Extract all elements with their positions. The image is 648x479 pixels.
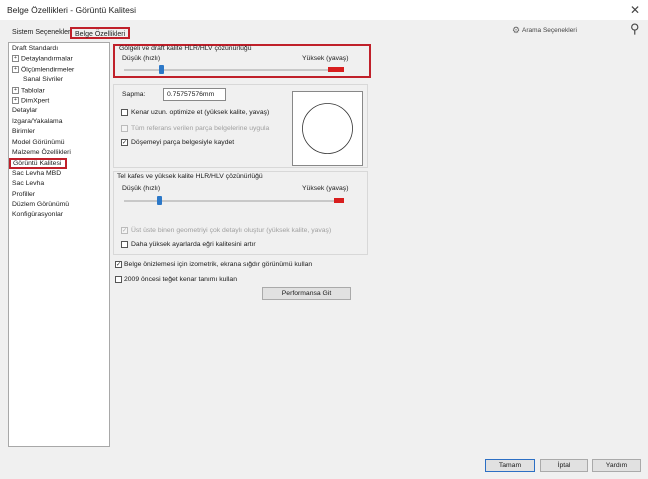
tree-item-label: Izgara/Yakalama	[12, 117, 63, 125]
shaded-slider-high-zone	[328, 67, 344, 72]
tree-item[interactable]: + Ölçümlendirmeler	[12, 65, 75, 74]
shaded-high-label: Yüksek (yavaş)	[302, 55, 349, 62]
tree-item[interactable]: + DimXpert	[12, 97, 49, 104]
tree-item[interactable]: Düzlem Görünümü	[12, 201, 69, 208]
tree-item-label: DimXpert	[21, 97, 50, 105]
expand-icon[interactable]: +	[12, 97, 19, 104]
tree-item[interactable]: Sanal Sivriler	[23, 76, 63, 83]
tree-item-label: Sac Levha	[12, 180, 45, 188]
wireframe-low-label: Düşük (hızlı)	[122, 185, 161, 192]
expand-icon[interactable]: +	[12, 86, 19, 94]
tree-item-label: Profiller	[12, 190, 36, 198]
shaded-slider-track[interactable]	[124, 69, 344, 71]
expand-icon[interactable]: +	[12, 65, 19, 73]
optimize-edge-length-label: Kenar uzun. optimize et (yüksek kalite, …	[131, 109, 270, 116]
tree-item-label: Birimler	[12, 128, 36, 136]
tree-item-label: Model Görünümü	[12, 138, 65, 146]
search-input[interactable]: Arama Seçenekleri	[522, 27, 577, 34]
save-tessellation-label: Döşemeyi parça belgesiyle kaydet	[131, 139, 235, 146]
tree-item-label: Tablolar	[21, 86, 45, 94]
tree-item-label: Detaylandırmalar	[21, 55, 73, 63]
wireframe-high-label: Yüksek (yavaş)	[302, 185, 349, 192]
apply-to-referenced-label: Tüm referans verilen parça belgelerine u…	[131, 125, 270, 132]
tree-item[interactable]: Model Görünümü	[12, 139, 65, 146]
tab-document-properties[interactable]: Belge Özellikleri	[70, 27, 131, 39]
tree-item[interactable]: Görüntü Kalitesi	[9, 158, 68, 170]
tree-item[interactable]: + Detaylandırmalar	[12, 55, 73, 63]
tree-item-label: Draft Standardı	[12, 45, 59, 52]
shaded-slider-thumb[interactable]	[158, 65, 164, 74]
tree-item[interactable]: Izgara/Yakalama	[12, 118, 63, 125]
optimize-edge-length-checkbox[interactable]	[121, 109, 128, 116]
wireframe-slider-high-zone	[334, 198, 344, 203]
window-title: Belge Özellikleri - Görüntü Kalitesi	[7, 5, 136, 15]
ok-button[interactable]: Tamam	[485, 459, 535, 472]
tree-item-label: Sanal Sivriler	[23, 76, 64, 84]
deviation-label: Sapma:	[122, 91, 146, 98]
deviation-input[interactable]: 0.75757576mm	[163, 88, 226, 101]
close-icon[interactable]: ✕	[630, 3, 640, 17]
isometric-preview-checkbox[interactable]: ✓	[115, 261, 122, 268]
shaded-low-label: Düşük (hızlı)	[122, 55, 161, 62]
go-to-performance-button[interactable]: Performansa Git	[262, 287, 351, 300]
tree-item[interactable]: Birimler	[12, 128, 35, 135]
search-icon[interactable]: ⚲	[630, 21, 640, 37]
wireframe-slider-thumb[interactable]	[156, 196, 162, 205]
tree-item-label: Görüntü Kalitesi	[13, 160, 62, 168]
wireframe-quality-title: Tel kafes ve yüksek kalite HLR/HLV çözün…	[117, 173, 263, 180]
improve-curve-quality-label: Daha yüksek ayarlarda eğri kalitesini ar…	[131, 241, 256, 248]
gear-icon[interactable]: ⚙	[512, 25, 520, 36]
expand-icon[interactable]: +	[12, 55, 19, 63]
isometric-preview-label: Belge önizlemesi için izometrik, ekrana …	[124, 261, 313, 268]
tree-item-label: Düzlem Görünümü	[12, 201, 70, 208]
tree-item[interactable]: + Tablolar	[12, 86, 45, 94]
tree-item-label: Malzeme Özellikleri	[12, 149, 71, 156]
save-tessellation-checkbox[interactable]: ✓	[121, 139, 128, 146]
tree-item-label: Konfigürasyonlar	[12, 211, 64, 219]
tree-item-label: Detaylar	[12, 107, 38, 115]
legacy-tangent-edge-checkbox[interactable]	[115, 276, 122, 283]
tab-system-options[interactable]: Sistem Seçenekleri	[9, 27, 75, 39]
wireframe-slider-ticks	[124, 209, 346, 211]
improve-curve-quality-checkbox[interactable]	[121, 241, 128, 248]
overlapping-geometry-label: Üst üste binen geometriyi çok detaylı ol…	[131, 227, 332, 234]
tree-item-label: Sac Levha MBD	[12, 169, 62, 177]
help-button[interactable]: Yardım	[592, 459, 641, 472]
tree-item[interactable]: Malzeme Özellikleri	[12, 149, 71, 156]
tree-item[interactable]: Profiller	[12, 191, 35, 198]
cancel-button[interactable]: İptal	[540, 459, 588, 472]
tree-item[interactable]: Sac Levha MBD	[12, 170, 61, 177]
preview-circle	[302, 103, 353, 154]
tree-item[interactable]: Konfigürasyonlar	[12, 211, 63, 218]
options-tree[interactable]: Draft Standardı + Detaylandırmalar + Ölçümle…	[8, 42, 110, 447]
tree-item[interactable]: Sac Levha	[12, 180, 44, 187]
overlapping-geometry-checkbox[interactable]: ✓	[121, 227, 128, 234]
shaded-quality-title: Gölgeli ve draft kalite HLR/HLV çözünürl…	[119, 45, 252, 52]
tree-item-label: Ölçümlendirmeler	[21, 66, 75, 74]
tree-item[interactable]: Draft Standardı	[12, 45, 58, 52]
tree-item[interactable]: Detaylar	[12, 107, 37, 114]
apply-to-referenced-checkbox[interactable]	[121, 125, 128, 132]
legacy-tangent-edge-label: 2009 öncesi teğet kenar tanımı kullan	[124, 276, 237, 283]
deviation-preview	[292, 91, 363, 166]
